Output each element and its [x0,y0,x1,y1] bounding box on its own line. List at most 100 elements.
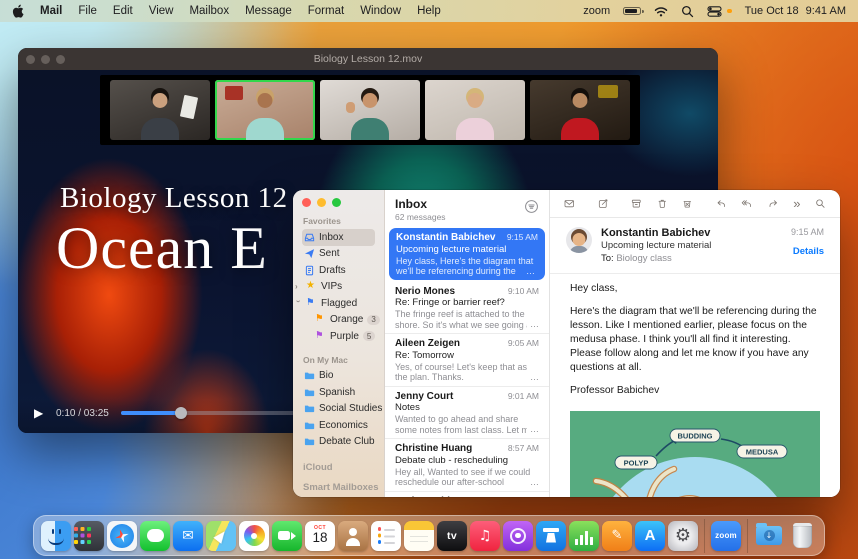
sidebar-section-icloud[interactable]: iCloud [303,462,384,473]
diagram-label-budding: BUDDING [678,431,713,440]
dock-calendar-icon[interactable]: OCT 18 [305,521,335,551]
reply-icon[interactable] [716,196,727,211]
folder-icon [304,403,315,414]
dock-podcasts-icon[interactable] [503,521,533,551]
forward-icon[interactable] [768,196,779,211]
sidebar-item-flag-orange[interactable]: ⚑ Orange 3 [302,312,375,329]
dock-keynote-icon[interactable] [536,521,566,551]
menu-view[interactable]: View [149,5,174,17]
preview-ellipsis: … [523,266,535,276]
details-link[interactable]: Details [791,246,824,257]
progress-handle[interactable] [175,407,187,419]
message-row[interactable]: Aileen Zeigen9:05 AM Re: Tomorrow Yes, o… [385,334,549,387]
download-arrow: ↓ [764,530,775,541]
chevron-down-icon[interactable]: › [294,300,303,307]
participant-figure [110,80,210,140]
message-row[interactable]: Nerio Mones9:10 AM Re: Fringe or barrier… [385,282,549,335]
sidebar-item-drafts[interactable]: Drafts [302,262,375,279]
sidebar-folder-social-studies[interactable]: Social Studies [302,401,375,418]
menu-message[interactable]: Message [245,5,292,17]
close-button[interactable] [302,198,311,207]
slide-subtitle: Ocean E [56,214,268,283]
dock-music-icon[interactable]: ♫ [470,521,500,551]
dock-messages-icon[interactable] [140,521,170,551]
dock-maps-icon[interactable] [206,521,236,551]
dock-finder-icon[interactable] [41,521,71,551]
dock-launchpad-icon[interactable] [74,521,104,551]
preview-ellipsis: … [527,319,539,329]
play-button[interactable]: ▶ [34,406,56,420]
message-sender: Konstantin Babichev [396,232,501,243]
more-toolbar-icon[interactable]: » [793,197,800,210]
dock-downloads-icon[interactable]: ↓ [754,521,784,551]
body-paragraph: Here's the diagram that we'll be referen… [570,305,820,375]
menu-time[interactable]: 9:41 AM [806,5,846,17]
status-zoom-app[interactable]: zoom [583,5,610,17]
trash-icon[interactable] [657,196,668,211]
message-row[interactable]: Christine Huang8:57 AM Debate club - res… [385,439,549,492]
sidebar-item-flagged[interactable]: › ⚑ Flagged [302,295,375,312]
dock-zoom-icon[interactable]: zoom [711,521,741,551]
search-icon[interactable] [815,196,826,211]
menu-app-name[interactable]: Mail [40,5,62,17]
dock-tv-icon[interactable]: tv [437,521,467,551]
dock-contacts-icon[interactable] [338,521,368,551]
video-window-title: Biology Lesson 12.mov [18,53,718,65]
menu-date[interactable]: Tue Oct 18 [745,5,799,17]
progress-fill [121,411,182,415]
dock-trash-icon[interactable] [787,521,817,551]
dock-separator [747,519,748,553]
sidebar-item-inbox[interactable]: Inbox [302,229,375,246]
menu-window[interactable]: Window [360,5,401,17]
dock-system-settings-icon[interactable]: ⚙ [668,521,698,551]
dock-notes-icon[interactable] [404,521,434,551]
menu-format[interactable]: Format [308,5,344,17]
message-row[interactable]: Jenny Court9:01 AM Notes Wanted to go ah… [385,387,549,440]
message-time: 9:01 AM [508,391,539,401]
dock-safari-icon[interactable] [107,521,137,551]
message-preview: Hey class, Here's the diagram that we'll… [396,256,538,277]
apple-logo-icon[interactable] [12,4,24,18]
zoom-button[interactable] [332,198,341,207]
message-time: 8:55 AM [508,496,539,498]
message-row-selected[interactable]: Konstantin Babichev9:15 AM Upcoming lect… [389,228,545,280]
menu-help[interactable]: Help [417,5,441,17]
dock-numbers-icon[interactable] [569,521,599,551]
junk-icon[interactable] [682,196,693,211]
dock-appstore-icon[interactable]: A [635,521,665,551]
folder-icon [304,387,315,398]
sidebar-folder-economics[interactable]: Economics [302,417,375,434]
dock-photos-icon[interactable] [239,521,269,551]
menu-edit[interactable]: Edit [113,5,133,17]
dock-facetime-icon[interactable] [272,521,302,551]
sidebar-item-vips[interactable]: › ★ VIPs [302,279,375,296]
sidebar-folder-spanish[interactable]: Spanish [302,384,375,401]
menu-mailbox[interactable]: Mailbox [189,5,229,17]
sidebar-folder-bio[interactable]: Bio [302,368,375,385]
dock-mail-icon[interactable]: ✉ [173,521,203,551]
reply-all-icon[interactable] [741,196,752,211]
archive-icon[interactable] [631,196,642,211]
sidebar-folder-debate-club[interactable]: Debate Club [302,434,375,451]
chevron-right-icon[interactable]: › [295,282,302,291]
reader-sender: Konstantin Babichev [601,227,791,239]
search-icon[interactable] [681,5,694,18]
sidebar-item-flag-purple[interactable]: ⚑ Purple 5 [302,328,375,345]
quicktime-title-bar[interactable]: Biology Lesson 12.mov [18,48,718,70]
battery-icon[interactable] [623,7,641,16]
wifi-icon[interactable] [654,6,668,17]
filter-icon[interactable] [524,199,539,214]
message-subject: Re: Fringe or barrier reef? [395,297,539,308]
sidebar-section-smart-mailboxes[interactable]: Smart Mailboxes [303,482,384,493]
compose-icon[interactable] [598,196,609,211]
message-preview: The fringe reef is attached to the shore… [395,309,539,330]
get-mail-icon[interactable] [564,196,575,211]
control-center-icon[interactable] [707,6,722,17]
sidebar-section-favorites: Favorites [303,216,384,226]
minimize-button[interactable] [317,198,326,207]
message-row[interactable]: Darla Davidson8:55 AM Tomorrow's class A… [385,492,549,498]
sidebar-item-sent[interactable]: Sent [302,246,375,263]
menu-file[interactable]: File [78,5,97,17]
dock-reminders-icon[interactable] [371,521,401,551]
dock-pages-icon[interactable]: ✎ [602,521,632,551]
